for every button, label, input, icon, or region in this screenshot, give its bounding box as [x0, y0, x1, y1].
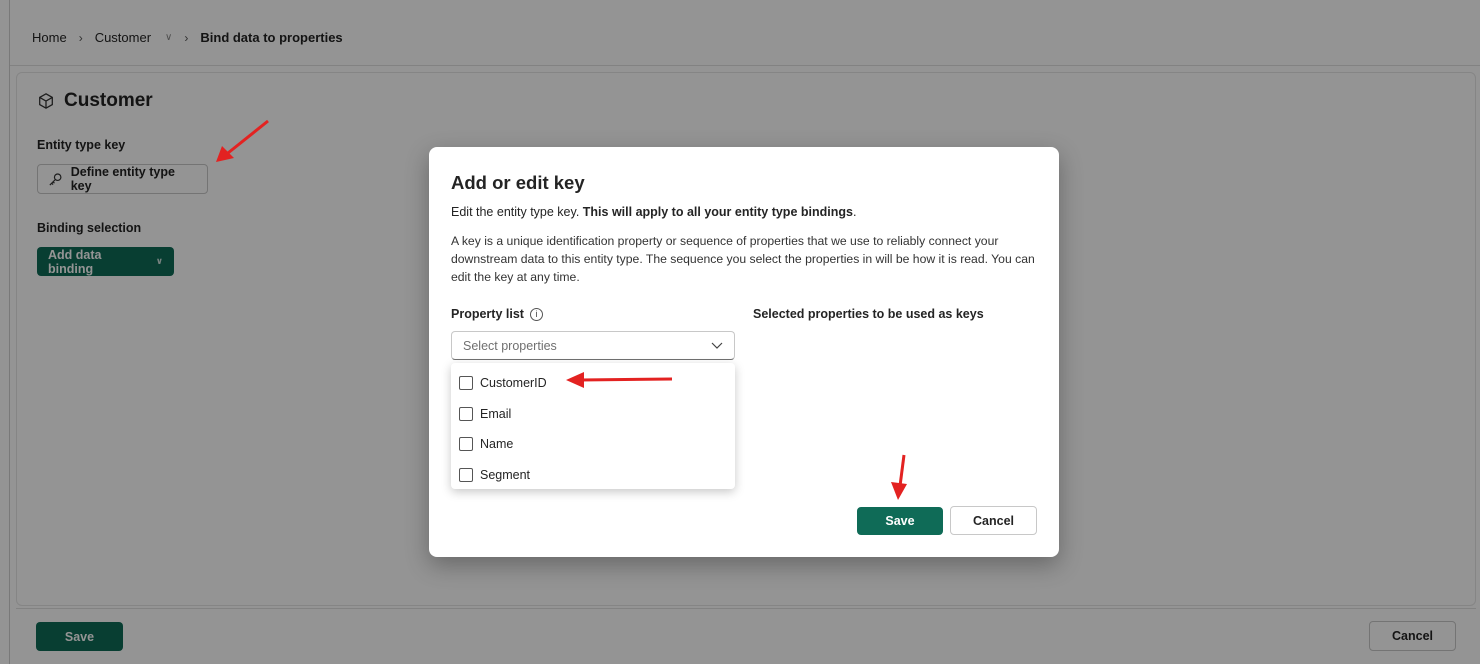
dialog-subtitle: Edit the entity type key. This will appl…	[451, 205, 856, 219]
option-segment[interactable]: Segment	[451, 460, 735, 491]
dialog-description: A key is a unique identification propert…	[451, 234, 1035, 284]
option-label: CustomerID	[480, 376, 547, 391]
option-label: Email	[480, 406, 512, 421]
dialog-subtitle-text: Edit the entity type key.	[451, 205, 583, 219]
property-list-label: Property list i	[451, 307, 543, 321]
dialog-cancel-button[interactable]: Cancel	[950, 506, 1037, 535]
dialog-title: Add or edit key	[451, 172, 585, 193]
info-icon[interactable]: i	[529, 307, 543, 321]
checkbox[interactable]	[459, 376, 473, 391]
dialog-save-button[interactable]: Save	[857, 507, 943, 535]
property-dropdown-list: CustomerID Email Name Segment	[451, 363, 735, 489]
option-name[interactable]: Name	[451, 429, 735, 460]
property-select-placeholder: Select properties	[463, 338, 557, 353]
option-email[interactable]: Email	[451, 399, 735, 430]
dialog-subtitle-emphasis: This will apply to all your entity type …	[582, 205, 853, 219]
property-select[interactable]: Select properties	[451, 331, 735, 360]
add-edit-key-dialog: Add or edit key Edit the entity type key…	[429, 147, 1059, 557]
checkbox[interactable]	[459, 467, 473, 482]
selected-properties-label: Selected properties to be used as keys	[753, 307, 984, 321]
dialog-subtitle-end: .	[852, 205, 857, 219]
property-list-label-text: Property list	[451, 307, 524, 321]
option-customerid[interactable]: CustomerID	[451, 368, 735, 399]
checkbox[interactable]	[459, 406, 473, 421]
chevron-down-icon	[711, 342, 723, 349]
checkbox[interactable]	[459, 437, 473, 452]
option-label: Segment	[480, 467, 531, 482]
option-label: Name	[480, 437, 514, 452]
